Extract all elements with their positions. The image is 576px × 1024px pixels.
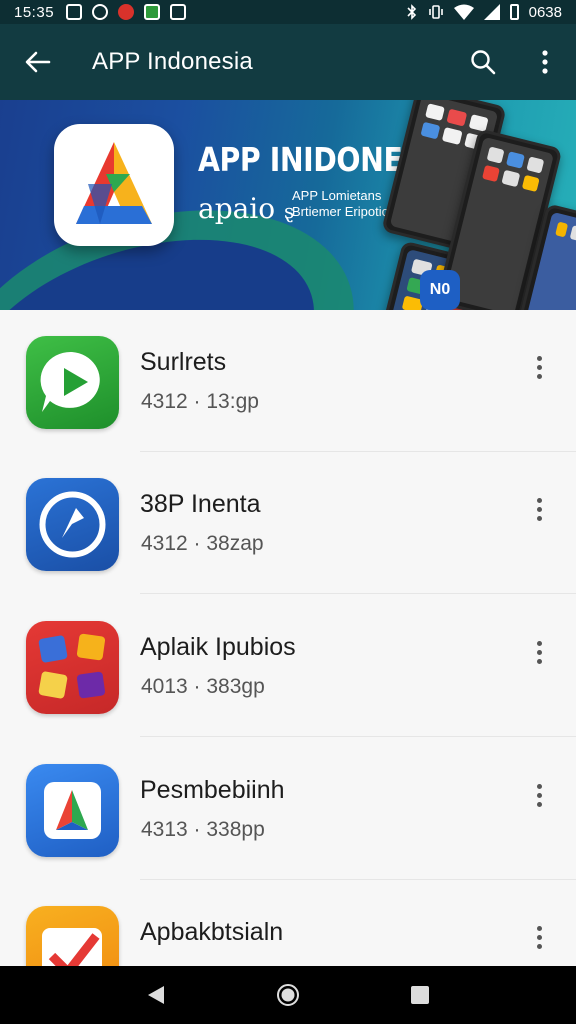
battery-icon xyxy=(509,4,519,20)
notification-icons xyxy=(66,4,187,20)
back-button[interactable] xyxy=(0,24,76,100)
app-icon xyxy=(26,906,119,966)
banner-logo xyxy=(54,124,174,246)
wifi-icon xyxy=(453,4,474,20)
nav-home-button[interactable] xyxy=(258,966,318,1024)
item-more-button[interactable] xyxy=(522,635,556,669)
app-bar: APP Indonesia xyxy=(0,24,576,100)
more-vert-icon xyxy=(542,50,548,74)
nav-home-icon xyxy=(277,984,299,1006)
item-more-button[interactable] xyxy=(522,778,556,812)
arrow-back-icon xyxy=(25,51,51,73)
signal-icon xyxy=(483,4,500,20)
item-more-button[interactable] xyxy=(522,350,556,384)
featured-banner[interactable]: APP INIDONESIA apaio ȿ APP Lomietans Brt… xyxy=(0,100,576,310)
list-item[interactable]: 38P Inenta 4312 · 38zap xyxy=(0,452,576,594)
triangle-logo-icon xyxy=(44,782,101,839)
banner-subtitle: apaio ȿ xyxy=(198,192,294,225)
status-time: 15:35 xyxy=(14,3,55,21)
item-more-button[interactable] xyxy=(522,492,556,526)
nav-recents-icon xyxy=(411,986,429,1004)
app-meta: 4313 · 338pp xyxy=(141,818,265,841)
search-button[interactable] xyxy=(452,24,514,100)
nav-recents-button[interactable] xyxy=(390,966,450,1024)
banner-small-text: APP Lomietans Brtiemer Eripotio xyxy=(292,188,389,220)
app-name: Aplaik Ipubios xyxy=(140,633,296,661)
overflow-menu-button[interactable] xyxy=(514,24,576,100)
banner-subtitle-text: apaio xyxy=(198,192,276,225)
app-icon xyxy=(26,336,119,429)
app-meta: 4312 · 38zap xyxy=(141,532,264,555)
vibrate-icon xyxy=(428,5,443,19)
app-icon xyxy=(26,621,119,714)
check-icon xyxy=(42,928,102,966)
list-item[interactable]: Aplaik Ipubios 4013 · 383gp xyxy=(0,595,576,737)
bluetooth-icon xyxy=(407,4,416,20)
app-icon xyxy=(26,478,119,571)
list-item[interactable]: Surlrets 4312 · 13:gp xyxy=(0,310,576,452)
notification-app-icon xyxy=(66,4,83,20)
notification-shield-icon xyxy=(118,4,135,20)
banner-badge: N0 xyxy=(420,270,460,310)
status-bar: 15:35 0638 xyxy=(0,0,576,24)
banner-small-line-1: APP Lomietans xyxy=(292,188,382,203)
notification-camera-icon xyxy=(170,4,187,20)
notification-phone-icon xyxy=(144,4,161,20)
app-indonesia-logo-icon xyxy=(76,142,152,224)
system-nav-bar xyxy=(0,966,576,1024)
app-name: Apbakbtsialn xyxy=(140,918,284,946)
app-name: Surlrets xyxy=(140,348,227,376)
item-more-button[interactable] xyxy=(522,920,556,954)
app-meta: 4312 · 13:gp xyxy=(141,390,259,413)
search-icon xyxy=(471,50,496,75)
status-right-text: 0638 xyxy=(528,3,562,21)
nav-back-icon xyxy=(148,986,164,1004)
app-name: 38P Inenta xyxy=(140,490,261,518)
nav-back-button[interactable] xyxy=(126,966,186,1024)
tiles-icon xyxy=(38,633,106,699)
app-meta: 4013 · 383gp xyxy=(141,675,265,698)
play-chat-icon xyxy=(40,351,100,412)
page-title: APP Indonesia xyxy=(92,48,253,75)
banner-small-line-2: Brtiemer Eripotio xyxy=(292,204,389,219)
notification-chat-icon xyxy=(92,4,109,20)
banner-badge-text: N0 xyxy=(429,281,451,298)
list-item[interactable]: Pesmbebiinh 4313 · 338pp xyxy=(0,738,576,880)
app-name: Pesmbebiinh xyxy=(140,776,285,804)
app-icon xyxy=(26,764,119,857)
list-item[interactable]: Apbakbtsialn xyxy=(0,880,576,966)
compass-icon xyxy=(39,491,106,558)
app-list: Surlrets 4312 · 13:gp 38P Inenta 4312 · … xyxy=(0,310,576,966)
